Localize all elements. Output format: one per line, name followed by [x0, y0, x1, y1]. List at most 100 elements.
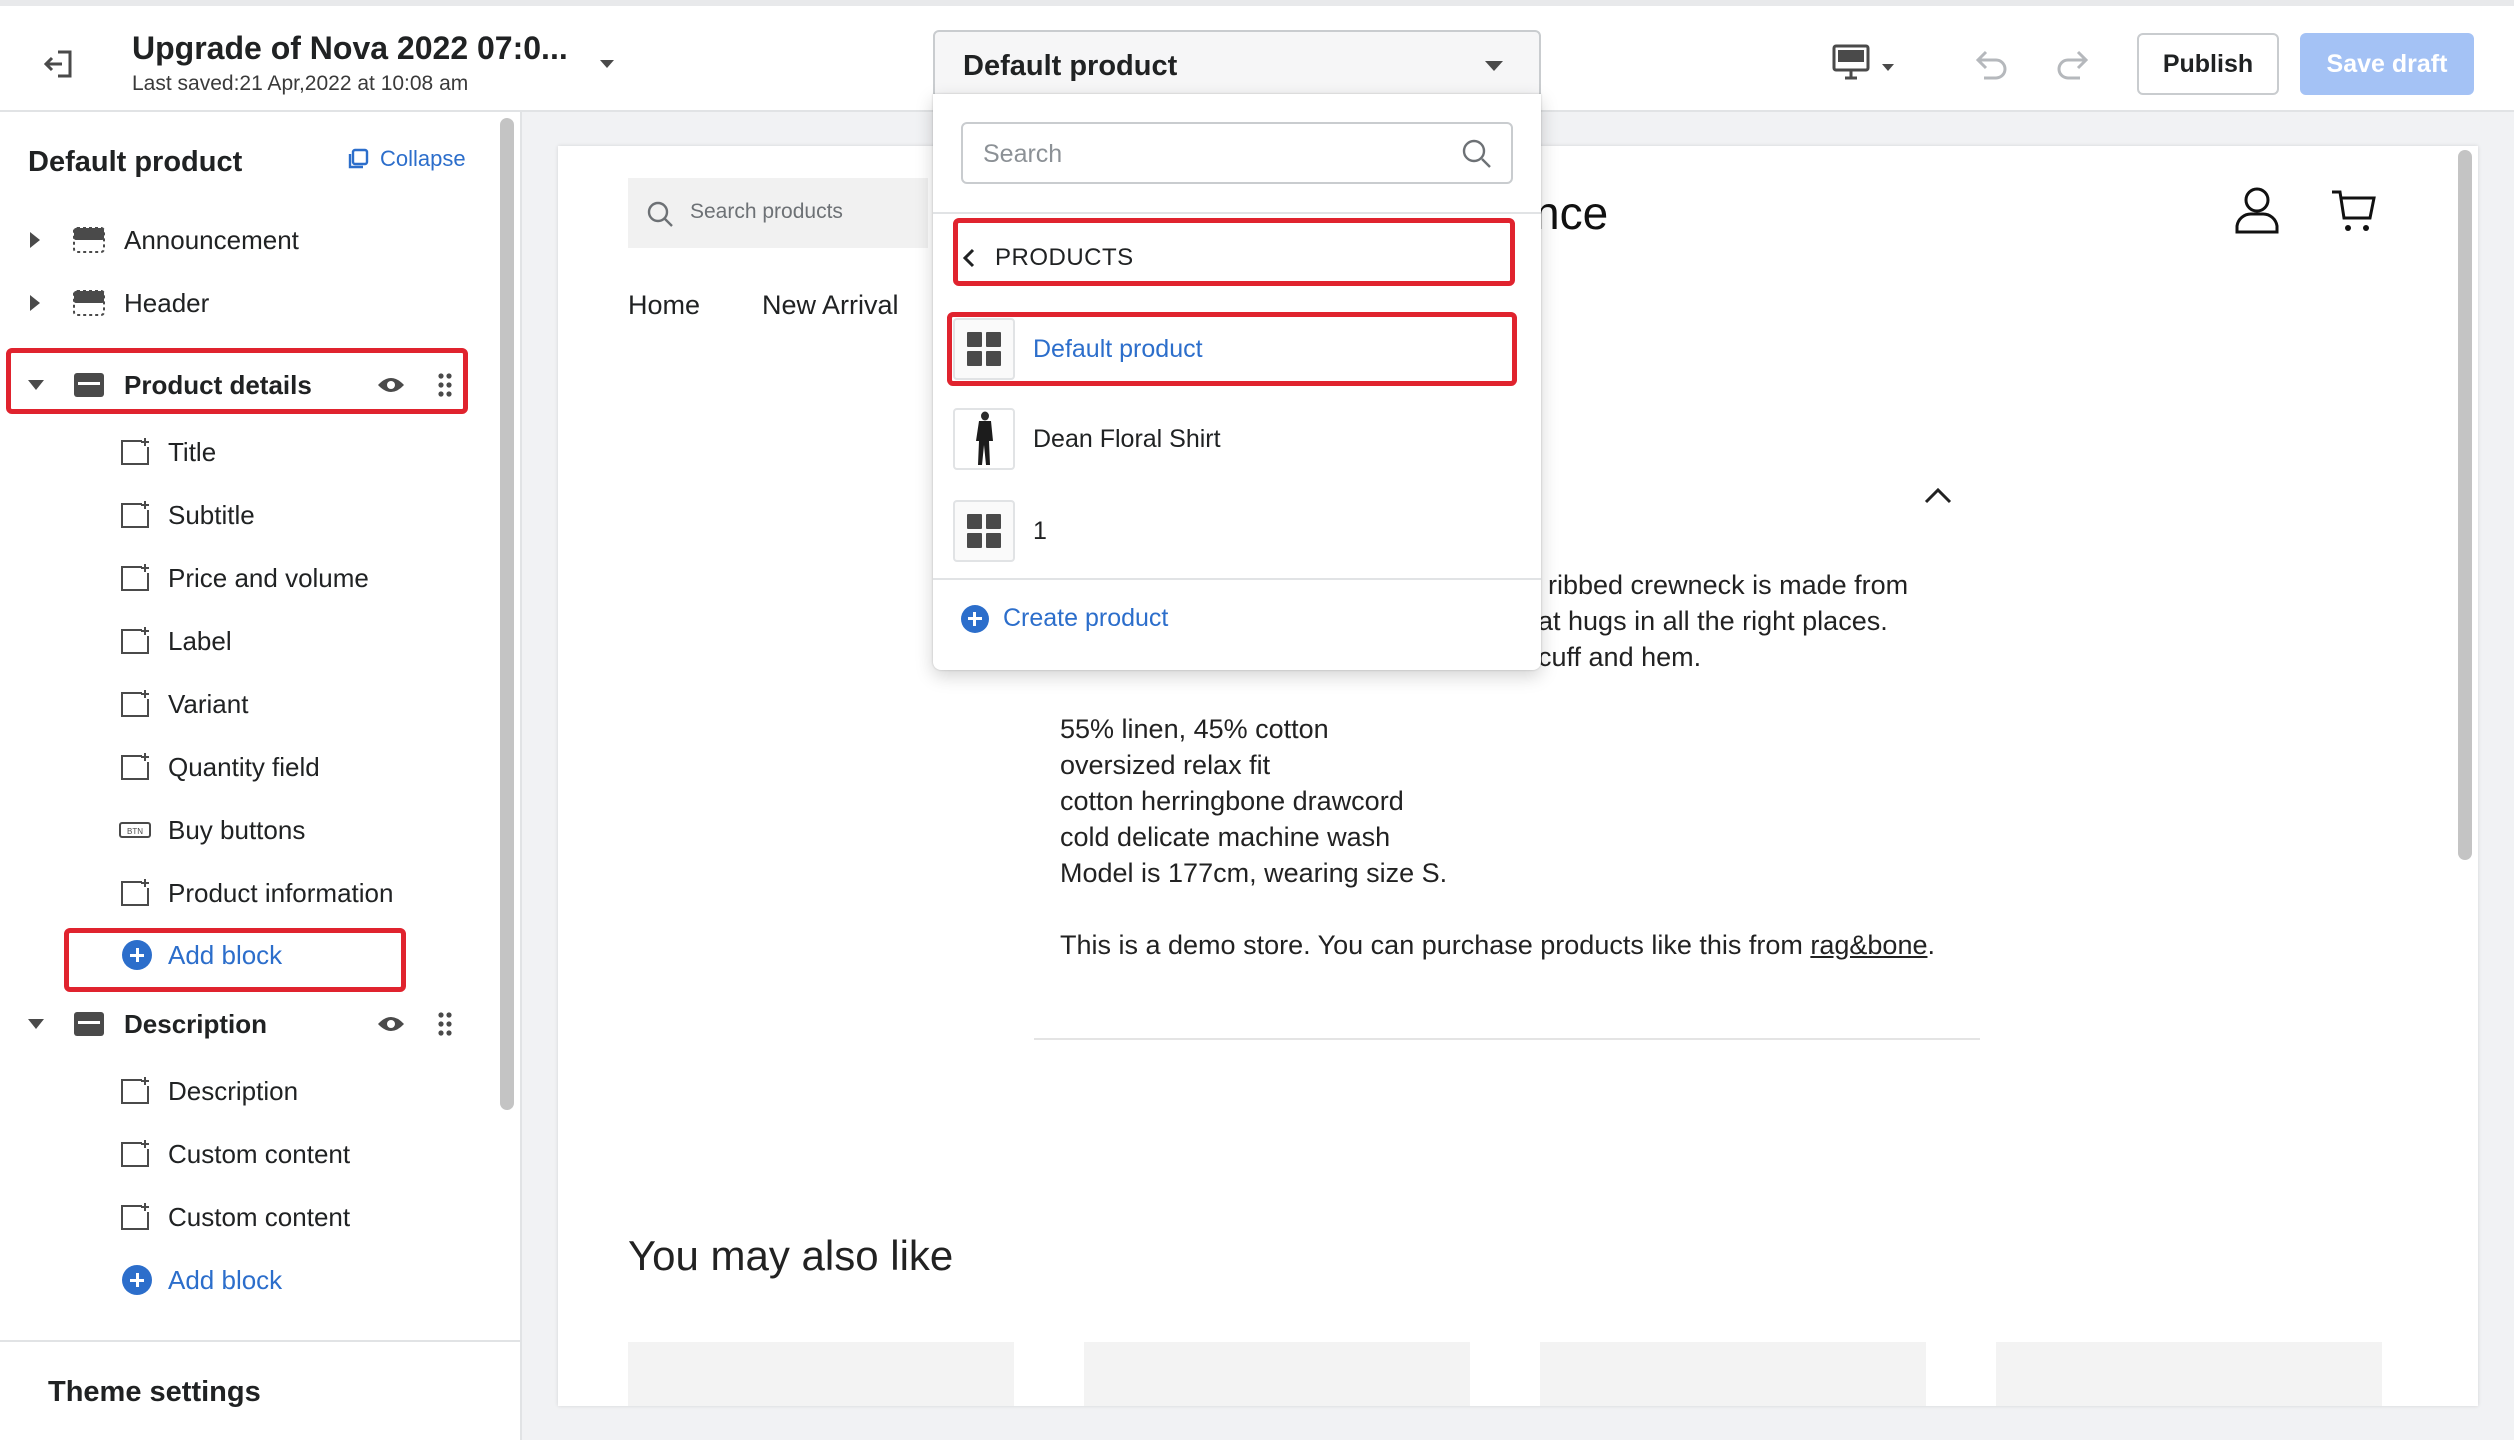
drag-handle-icon[interactable] [437, 1011, 453, 1037]
caret-right-icon[interactable] [30, 232, 40, 248]
block-item[interactable]: Subtitle [118, 490, 255, 540]
block-item[interactable]: Variant [118, 679, 248, 729]
theme-settings-button[interactable]: Theme settings [0, 1340, 520, 1440]
divider [933, 212, 1541, 214]
dropdown-search-field[interactable] [961, 122, 1513, 184]
store-search-input[interactable]: Search products [628, 178, 928, 248]
block-icon [121, 879, 149, 906]
block-label: Custom content [168, 1138, 351, 1169]
block-label: Description [168, 1075, 299, 1106]
block-item[interactable]: Custom content [118, 1192, 350, 1242]
detail-line: Model is 177cm, wearing size S. [1060, 858, 1448, 888]
save-draft-button[interactable]: Save draft [2300, 33, 2474, 95]
search-icon [647, 201, 673, 227]
last-saved-text: Last saved:21 Apr,2022 at 10:08 am [132, 72, 469, 95]
block-item[interactable]: Product information [118, 868, 393, 918]
sidebar-item-announcement[interactable]: Announcement [30, 215, 299, 265]
nav-link-home[interactable]: Home [628, 290, 700, 321]
block-item[interactable]: BTN Buy buttons [118, 805, 305, 855]
product-thumbnail [953, 408, 1015, 470]
back-to-products-button[interactable]: PRODUCTS [961, 244, 1134, 272]
add-circle-icon [122, 1265, 152, 1295]
block-label: Subtitle [168, 499, 255, 530]
dropdown-item-label: Dean Floral Shirt [1033, 424, 1221, 453]
divider [1034, 1038, 1980, 1040]
demo-end: . [1927, 930, 1935, 960]
demo-link[interactable]: rag&bone [1810, 930, 1927, 960]
product-card[interactable] [1084, 1342, 1470, 1406]
dropdown-item[interactable]: Default product [953, 318, 1521, 380]
add-block-label: Add block [168, 1264, 283, 1295]
detail-line: cold delicate machine wash [1060, 822, 1391, 852]
dropdown-item[interactable]: 1 [953, 500, 1521, 562]
caret-down-icon[interactable] [28, 380, 44, 390]
undo-icon[interactable] [1970, 46, 2010, 82]
sidebar-scrollbar[interactable] [500, 118, 514, 1110]
page-select-menu: PRODUCTS Default product Dean Floral Shi… [933, 94, 1541, 670]
product-card[interactable] [1540, 1342, 1926, 1406]
create-product-button[interactable]: Create product [961, 604, 1168, 633]
block-item[interactable]: Description [118, 1066, 298, 1116]
add-block-button[interactable]: Add block [122, 930, 282, 980]
block-icon [121, 1077, 149, 1104]
block-label: Variant [168, 688, 249, 719]
block-icon [121, 753, 149, 780]
dropdown-search-input[interactable] [983, 136, 1443, 172]
sidebar-item-label: Product details [124, 369, 312, 400]
drag-handle-icon[interactable] [437, 372, 453, 398]
product-placeholder-icon [953, 500, 1015, 562]
document-title: Upgrade of Nova 2022 07:0... [132, 30, 568, 66]
user-icon[interactable] [2234, 186, 2280, 234]
nav-link-new-arrival[interactable]: New Arrival [762, 290, 899, 321]
sidebar-item-header[interactable]: Header [30, 278, 209, 328]
canvas-scrollbar[interactable] [2458, 150, 2472, 860]
dropdown-item-label: 1 [1033, 516, 1047, 545]
cart-icon[interactable] [2330, 188, 2378, 234]
dropdown-item[interactable]: Dean Floral Shirt [953, 408, 1521, 470]
block-label: Label [168, 625, 232, 656]
detail-line: oversized relax fit [1060, 750, 1271, 780]
chevron-down-icon[interactable] [600, 60, 614, 68]
caret-down-icon[interactable] [28, 1019, 44, 1029]
block-item[interactable]: Label [118, 616, 232, 666]
block-icon [121, 564, 149, 591]
block-item[interactable]: Price and volume [118, 553, 369, 603]
chevron-left-icon [962, 248, 975, 268]
theme-settings-label: Theme settings [48, 1376, 261, 1408]
description-text: at hugs in all the right places. [1538, 606, 1888, 636]
eye-icon[interactable] [376, 1013, 406, 1035]
product-card[interactable] [1996, 1342, 2382, 1406]
block-icon [121, 690, 149, 717]
publish-button[interactable]: Publish [2137, 33, 2279, 95]
block-label: Product information [168, 877, 394, 908]
add-block-button[interactable]: Add block [122, 1255, 282, 1305]
redo-icon[interactable] [2054, 46, 2094, 82]
block-item[interactable]: Title [118, 427, 216, 477]
block-item[interactable]: Quantity field [118, 742, 320, 792]
collapse-icon [348, 148, 369, 169]
collapse-label: Collapse [380, 146, 466, 171]
block-item[interactable]: Custom content [118, 1129, 350, 1179]
collapse-button[interactable]: Collapse [346, 146, 466, 172]
search-icon [1462, 139, 1491, 168]
block-label: Custom content [168, 1201, 351, 1232]
block-label: Title [168, 436, 217, 467]
block-label: Price and volume [168, 562, 369, 593]
sidebar-item-description[interactable]: Description [28, 999, 267, 1049]
section-icon [73, 227, 105, 253]
chevron-up-icon[interactable] [1924, 486, 1952, 504]
product-card[interactable] [628, 1342, 1014, 1406]
store-logo: nce [1534, 187, 1609, 239]
page-select-dropdown[interactable]: Default product [933, 30, 1541, 100]
store-search-placeholder: Search products [690, 200, 843, 223]
device-preview-button[interactable] [1830, 42, 1900, 86]
caret-right-icon[interactable] [30, 295, 40, 311]
sidebar-item-label: Header [124, 287, 210, 318]
exit-icon[interactable] [40, 44, 80, 84]
sidebar-item-product-details[interactable]: Product details [28, 360, 312, 410]
sidebar-item-label: Description [124, 1008, 268, 1039]
block-label: Quantity field [168, 751, 320, 782]
divider [933, 578, 1541, 580]
eye-icon[interactable] [376, 374, 406, 396]
page-select-value: Default product [963, 50, 1178, 82]
